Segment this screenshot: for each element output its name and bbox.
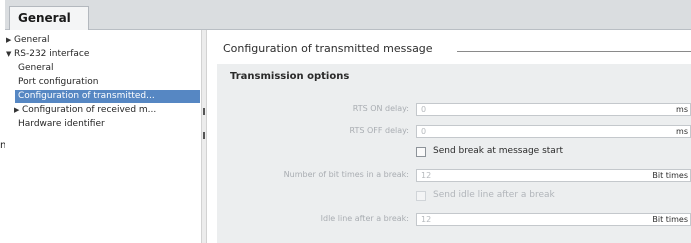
collapse-arrow-icon[interactable]: ▼ xyxy=(6,48,14,61)
rts-on-delay-field[interactable]: 0 ms xyxy=(416,103,691,116)
tree-item-label: Configuration of received m... xyxy=(22,105,157,115)
tree-item-label: Port configuration xyxy=(18,77,99,87)
section-divider xyxy=(457,51,691,52)
send-break-checkbox[interactable] xyxy=(416,147,426,157)
expand-arrow-icon[interactable]: ▶ xyxy=(6,34,14,47)
splitter-grip-icon[interactable] xyxy=(203,108,205,115)
rts-off-delay-label: RTS OFF delay: xyxy=(349,126,410,135)
field-unit: Bit times xyxy=(652,215,688,224)
field-unit: ms xyxy=(676,105,688,114)
tree-item-configuration-of-transmitted[interactable]: Configuration of transmitted... xyxy=(15,90,200,103)
transmission-options-panel: Transmission options RTS ON delay: 0 ms … xyxy=(217,64,691,243)
rts-on-delay-label: RTS ON delay: xyxy=(352,104,409,113)
idle-line-after-break-field[interactable]: 12 Bit times xyxy=(416,213,691,226)
field-unit: Bit times xyxy=(652,171,688,180)
field-value: 12 xyxy=(421,171,432,180)
rts-off-delay-field[interactable]: 0 ms xyxy=(416,125,691,138)
tree-item-hardware-identifier[interactable]: Hardware identifier xyxy=(18,118,105,131)
tree-item-general-root[interactable]: ▶ General xyxy=(6,34,49,47)
tree-item-rs232-interface[interactable]: ▼ RS-232 interface xyxy=(6,48,89,61)
tab-general[interactable]: General xyxy=(9,6,89,31)
send-idle-line-label: Send idle line after a break xyxy=(433,190,555,200)
section-title: Configuration of transmitted message xyxy=(223,42,433,55)
send-break-label: Send break at message start xyxy=(433,146,564,156)
field-value: 0 xyxy=(421,127,427,136)
tree-item-general[interactable]: General xyxy=(18,62,53,75)
bit-times-in-break-label: Number of bit times in a break: xyxy=(283,170,409,179)
properties-window: General ▶ General ▼ RS-232 interface Gener… xyxy=(5,0,691,243)
tree-item-port-configuration[interactable]: Port configuration xyxy=(18,76,98,89)
expand-arrow-icon[interactable]: ▶ xyxy=(14,104,22,117)
tree-item-label: General xyxy=(18,63,54,73)
send-idle-line-checkbox[interactable] xyxy=(416,191,426,201)
tree-item-configuration-of-received[interactable]: ▶ Configuration of received m... xyxy=(14,104,156,117)
field-value: 12 xyxy=(421,215,432,224)
navigation-tree: ▶ General ▼ RS-232 interface General Port … xyxy=(5,30,201,243)
field-value: 0 xyxy=(421,105,427,114)
tree-item-label: General xyxy=(14,35,50,45)
tree-item-label: Configuration of transmitted... xyxy=(18,91,155,101)
content-pane: Configuration of transmitted message Tra… xyxy=(207,30,691,243)
bit-times-in-break-field[interactable]: 12 Bit times xyxy=(416,169,691,182)
splitter-grip-icon[interactable] xyxy=(203,132,205,139)
tree-item-label: RS-232 interface xyxy=(14,49,90,59)
tab-bar: General xyxy=(5,0,691,31)
field-unit: ms xyxy=(676,127,688,136)
idle-line-after-break-label: Idle line after a break: xyxy=(320,214,409,223)
tree-item-label: Hardware identifier xyxy=(18,119,105,129)
panel-title: Transmission options xyxy=(230,71,350,82)
